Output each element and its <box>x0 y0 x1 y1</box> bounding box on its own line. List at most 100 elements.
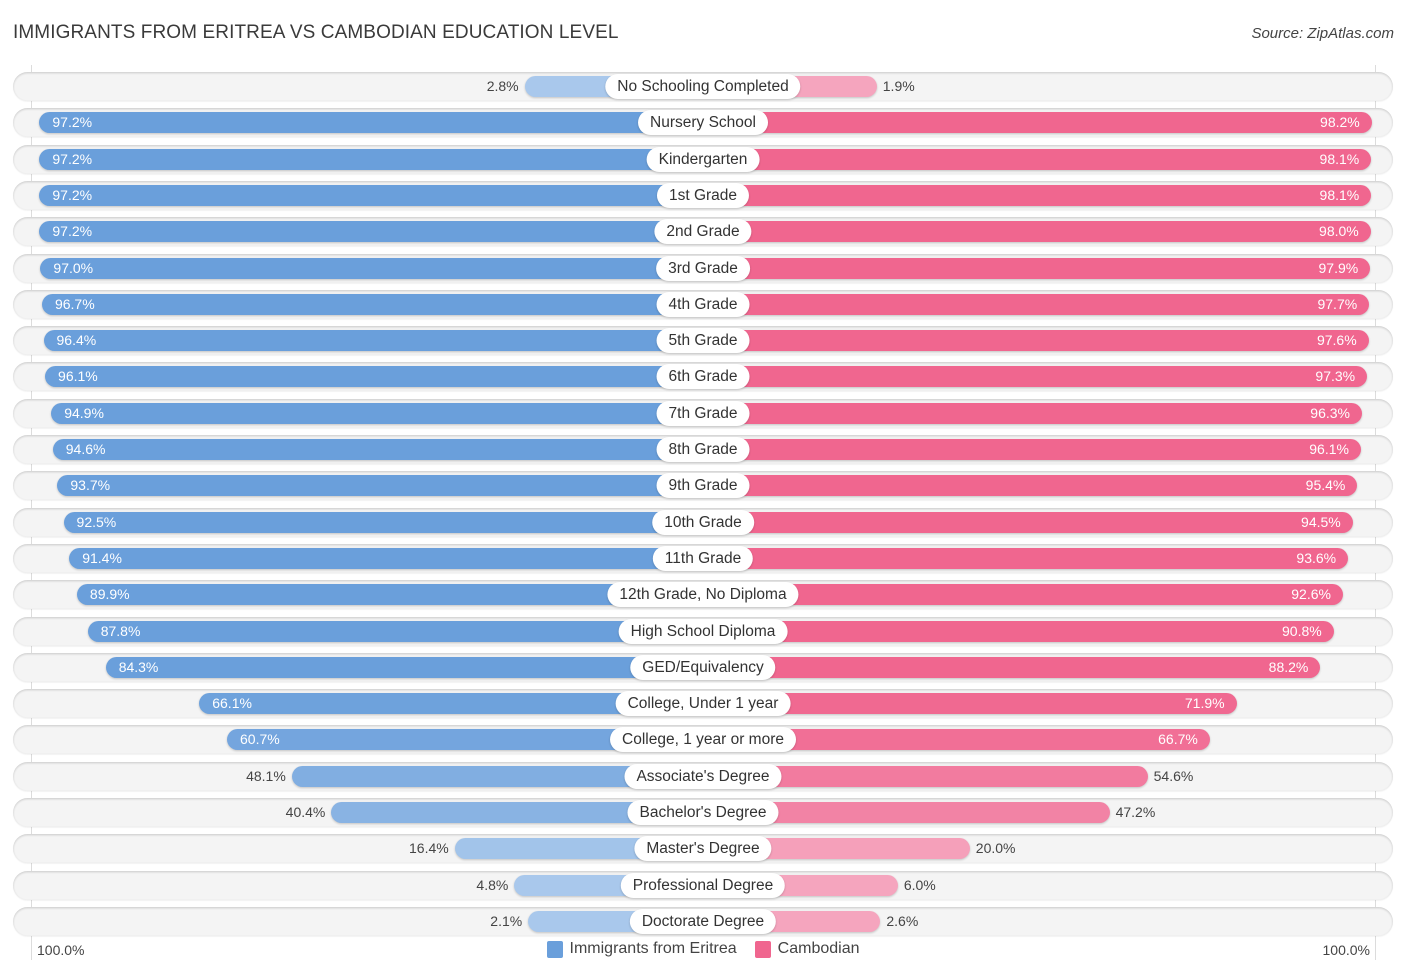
value-label-cambodian: 94.5% <box>1301 513 1341 530</box>
value-label-eritrea: 84.3% <box>118 658 159 675</box>
bar-cambodian[interactable] <box>703 221 1371 243</box>
value-label-eritrea: 87.8% <box>100 622 141 639</box>
legend-swatch-eritrea <box>546 940 563 958</box>
category-label: 2nd Grade <box>654 219 752 245</box>
bar-eritrea[interactable] <box>45 366 703 388</box>
value-label-cambodian: 88.2% <box>1268 658 1309 675</box>
bar-cambodian[interactable] <box>703 366 1368 388</box>
category-label: Kindergarten <box>646 146 760 172</box>
bar-cambodian[interactable] <box>703 547 1349 569</box>
value-label-cambodian: 95.4% <box>1305 477 1346 494</box>
value-label-eritrea: 94.6% <box>65 441 106 457</box>
bar-eritrea[interactable] <box>40 257 703 279</box>
value-label-cambodian: 92.6% <box>1291 586 1331 603</box>
value-label-cambodian: 97.9% <box>1318 259 1359 276</box>
value-label-eritrea: 92.5% <box>76 513 117 530</box>
category-label: GED/Equivalency <box>630 654 776 680</box>
bar-cambodian[interactable] <box>703 584 1343 606</box>
bar-cambodian[interactable] <box>703 511 1353 533</box>
value-label-cambodian: 97.6% <box>1316 332 1357 349</box>
category-label: 6th Grade <box>656 364 750 390</box>
value-label-cambodian: 71.9% <box>1184 695 1225 712</box>
legend-label-cambodian: Cambodian <box>777 940 860 957</box>
value-label-eritrea: 89.9% <box>89 586 130 603</box>
value-label-eritrea: 16.4% <box>409 840 449 857</box>
value-label-cambodian: 2.6% <box>886 912 919 929</box>
value-label-cambodian: 20.0% <box>975 840 1016 857</box>
bar-cambodian[interactable] <box>703 402 1362 424</box>
category-label: 7th Grade <box>656 400 750 426</box>
category-label: 8th Grade <box>656 437 750 462</box>
bar-eritrea[interactable] <box>63 511 703 533</box>
bar-cambodian[interactable] <box>703 656 1321 678</box>
value-label-eritrea: 93.7% <box>70 477 111 494</box>
category-label: 5th Grade <box>656 328 750 354</box>
bar-eritrea[interactable] <box>39 221 703 243</box>
legend-label-eritrea: Immigrants from Eritrea <box>569 940 737 957</box>
bar-eritrea[interactable] <box>57 475 703 497</box>
bar-eritrea[interactable] <box>39 112 703 134</box>
category-label: Nursery School <box>638 110 768 136</box>
legend-item-eritrea[interactable]: Immigrants from Eritrea <box>546 940 737 958</box>
value-label-cambodian: 97.3% <box>1315 368 1356 385</box>
value-label-cambodian: 47.2% <box>1115 804 1156 820</box>
category-label: Professional Degree <box>620 872 786 898</box>
bar-cambodian[interactable] <box>703 148 1372 170</box>
category-label: Master's Degree <box>634 836 772 862</box>
value-label-cambodian: 54.6% <box>1153 767 1194 784</box>
value-label-cambodian: 93.6% <box>1296 549 1337 566</box>
bar-eritrea[interactable] <box>69 547 703 569</box>
bar-cambodian[interactable] <box>703 112 1372 134</box>
category-label: 9th Grade <box>656 473 750 499</box>
value-label-eritrea: 4.8% <box>476 876 509 893</box>
category-label: High School Diploma <box>618 618 788 644</box>
category-label: 11th Grade <box>652 545 754 571</box>
bar-eritrea[interactable] <box>52 439 703 460</box>
value-label-eritrea: 96.4% <box>56 332 97 349</box>
bar-eritrea[interactable] <box>41 293 703 315</box>
value-label-cambodian: 66.7% <box>1158 731 1198 748</box>
legend-swatch-cambodian <box>754 940 771 958</box>
category-label: 12th Grade, No Diploma <box>607 582 799 608</box>
value-label-eritrea: 97.2% <box>52 150 93 167</box>
value-label-eritrea: 91.4% <box>82 549 122 566</box>
bar-cambodian[interactable] <box>703 620 1334 642</box>
category-label: Doctorate Degree <box>629 908 777 934</box>
category-label: No Schooling Completed <box>605 74 801 99</box>
value-label-cambodian: 96.1% <box>1309 441 1349 457</box>
value-label-cambodian: 97.7% <box>1317 295 1358 312</box>
value-label-eritrea: 48.1% <box>246 767 286 784</box>
value-label-cambodian: 90.8% <box>1282 622 1322 639</box>
category-label: Associate's Degree <box>624 763 782 789</box>
bar-eritrea[interactable] <box>51 402 703 424</box>
category-label: 3rd Grade <box>656 255 750 281</box>
value-label-eritrea: 97.2% <box>52 186 93 203</box>
bar-eritrea[interactable] <box>105 656 703 678</box>
value-label-cambodian: 98.1% <box>1319 150 1360 167</box>
value-label-eritrea: 97.2% <box>52 114 93 131</box>
legend-item-cambodian[interactable]: Cambodian <box>754 940 860 958</box>
value-label-eritrea: 97.2% <box>52 223 93 240</box>
bar-cambodian[interactable] <box>703 293 1370 315</box>
value-label-cambodian: 96.3% <box>1310 404 1350 421</box>
category-label: Bachelor's Degree <box>627 800 779 825</box>
value-label-cambodian: 98.1% <box>1319 186 1360 203</box>
category-label: 1st Grade <box>656 182 750 208</box>
category-label: 10th Grade <box>652 509 754 535</box>
value-label-eritrea: 97.0% <box>53 259 94 276</box>
bar-eritrea[interactable] <box>39 184 703 206</box>
bar-eritrea[interactable] <box>43 330 703 352</box>
chart-rows: 2.8% 1.9% No Schooling Completed 97.2% 98.2%… <box>0 0 1406 975</box>
bar-eritrea[interactable] <box>87 620 703 642</box>
bar-cambodian[interactable] <box>703 257 1371 279</box>
bar-cambodian[interactable] <box>703 184 1372 206</box>
value-label-cambodian: 6.0% <box>903 876 936 893</box>
bar-cambodian[interactable] <box>703 439 1361 460</box>
value-label-cambodian: 98.0% <box>1319 223 1359 240</box>
bar-cambodian[interactable] <box>703 475 1358 497</box>
value-label-eritrea: 2.8% <box>486 78 519 94</box>
bar-eritrea[interactable] <box>39 148 703 170</box>
value-label-eritrea: 96.7% <box>54 295 95 312</box>
bar-cambodian[interactable] <box>703 330 1369 352</box>
value-label-eritrea: 96.1% <box>58 368 98 385</box>
